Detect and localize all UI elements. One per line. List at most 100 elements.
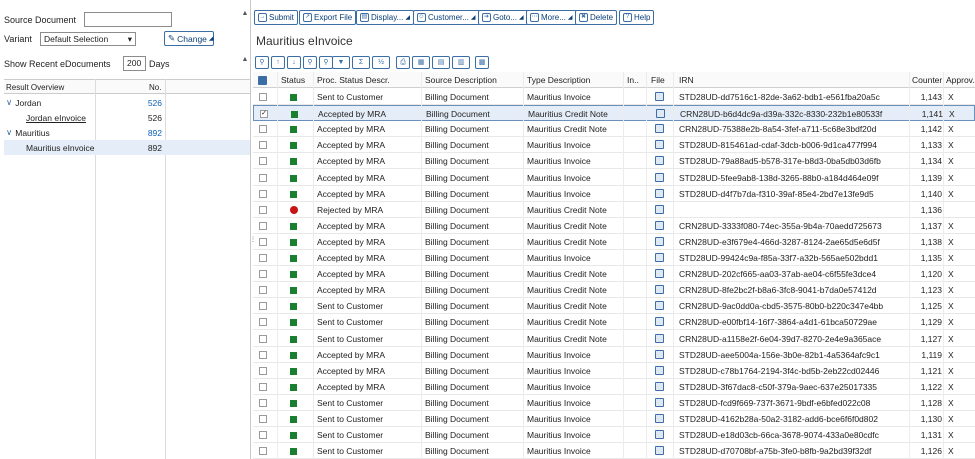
submit-button[interactable]: → Submit (254, 10, 298, 25)
table-row[interactable]: Sent to Customer Billing Document Mauritiu… (253, 395, 975, 411)
row-checkbox[interactable] (259, 173, 267, 182)
table-row[interactable]: Sent to Customer Billing Document Mauritiu… (253, 411, 975, 427)
row-checkbox[interactable] (259, 141, 267, 150)
table-row[interactable]: Accepted by MRA Billing Document Mauritius… (253, 282, 975, 299)
more-button[interactable]: ⋯ More... ◢ (526, 10, 577, 25)
col-in[interactable]: In.. (627, 75, 639, 85)
change-button[interactable]: ✎ Change ◢ (164, 31, 214, 46)
file-icon[interactable] (655, 172, 664, 182)
delete-button[interactable]: ✖ Delete (575, 10, 618, 25)
table-row[interactable]: Accepted by MRA Billing Document Mauritius… (253, 218, 975, 234)
table-row[interactable]: Sent to Customer Billing Document Mauritiu… (253, 314, 975, 331)
file-icon[interactable] (655, 92, 664, 101)
row-checkbox[interactable] (259, 334, 267, 343)
col-approv[interactable]: Approv... (946, 75, 975, 85)
row-checkbox[interactable] (259, 125, 267, 134)
table-row[interactable]: Sent to Customer Billing Document Mauritiu… (253, 443, 975, 459)
file-icon[interactable] (655, 381, 664, 391)
col-counter[interactable]: Counter (912, 75, 942, 85)
row-checkbox[interactable] (259, 366, 267, 375)
tree-row-jordan[interactable]: ∨ Jordan 526 (4, 95, 250, 110)
find-next-icon[interactable]: ⚲ (319, 56, 333, 69)
col-file[interactable]: File (651, 75, 665, 85)
layout-icon[interactable]: ▥ (452, 56, 470, 69)
table-row[interactable]: Accepted by MRA Billing Document Mauritius… (253, 250, 975, 266)
row-checkbox[interactable] (259, 93, 267, 101)
table-row[interactable]: Accepted by MRA Billing Document Mauritius… (253, 234, 975, 250)
col-irn[interactable]: IRN (679, 75, 694, 85)
col-source-description[interactable]: Source Description (425, 75, 497, 85)
row-checkbox[interactable] (259, 237, 267, 246)
table-row[interactable]: Rejected by MRA Billing Document Mauritius… (253, 202, 975, 218)
total-icon[interactable]: Σ (352, 56, 370, 69)
row-checkbox[interactable] (259, 254, 267, 262)
file-icon[interactable] (655, 269, 664, 279)
chevron-down-icon[interactable]: ∨ (6, 127, 12, 138)
row-checkbox[interactable] (259, 221, 267, 230)
file-icon[interactable] (655, 253, 664, 262)
table-row[interactable]: Accepted by MRA Billing Document Mauritius… (253, 186, 975, 202)
views-icon[interactable]: ▦ (412, 56, 430, 69)
variant-select[interactable]: Default Selection ▾ (40, 32, 136, 46)
table-row[interactable]: Accepted by MRA Billing Document Mauritius… (253, 379, 975, 395)
file-icon[interactable] (655, 397, 664, 407)
export-file-button[interactable]: ↗ Export File (299, 10, 357, 25)
file-icon[interactable] (655, 124, 664, 134)
chevron-down-icon[interactable]: ∨ (6, 97, 12, 108)
file-icon[interactable] (655, 349, 664, 359)
row-checkbox[interactable] (259, 350, 267, 359)
file-icon[interactable] (655, 317, 664, 327)
row-checkbox[interactable] (259, 189, 267, 198)
find-icon[interactable]: ⚲ (303, 56, 317, 69)
print-icon[interactable]: ⎙ (396, 56, 410, 69)
scroll-up-icon[interactable]: ▲ (241, 10, 249, 18)
file-icon[interactable] (655, 220, 664, 230)
tree-row-jordan-einvoice[interactable]: Jordan eInvoice 526 (4, 110, 250, 125)
graphic-icon[interactable]: ▩ (475, 56, 489, 69)
table-row[interactable]: Accepted by MRA Billing Document Mauritius… (253, 137, 975, 154)
scroll-up-icon[interactable]: ▲ (241, 56, 249, 64)
tree-row-mauritius-einvoice[interactable]: Mauritius eInvoice 892 (4, 140, 250, 155)
row-checkbox[interactable] (259, 447, 267, 456)
row-checkbox[interactable] (259, 302, 267, 311)
file-icon[interactable] (655, 301, 664, 311)
file-icon[interactable] (655, 285, 664, 295)
row-checkbox[interactable] (259, 398, 267, 407)
subtotal-icon[interactable]: ½ (372, 56, 390, 69)
customer-button[interactable]: ☺ Customer... ◢ (413, 10, 480, 25)
table-row[interactable]: Sent to Customer Billing Document Mauritiu… (253, 298, 975, 315)
sort-descending-icon[interactable]: ↓ (287, 56, 301, 69)
file-icon[interactable] (655, 204, 664, 214)
sort-ascending-icon[interactable]: ↑ (271, 56, 285, 69)
table-row[interactable]: Sent to Customer Billing Document Mauritiu… (253, 89, 975, 105)
row-checkbox[interactable]: ✓ (260, 110, 268, 119)
file-icon[interactable] (656, 109, 665, 119)
file-icon[interactable] (655, 156, 664, 166)
select-all-icon[interactable] (258, 76, 267, 85)
row-checkbox[interactable] (259, 431, 267, 440)
table-row[interactable]: Sent to Customer Billing Document Mauritiu… (253, 427, 975, 444)
file-icon[interactable] (655, 140, 664, 150)
table-row[interactable]: Accepted by MRA Billing Document Mauritius… (253, 170, 975, 186)
row-checkbox[interactable] (259, 270, 267, 279)
details-icon[interactable]: ⚲ (255, 56, 269, 69)
row-checkbox[interactable] (259, 382, 267, 391)
tree-row-mauritius[interactable]: ∨ Mauritius 892 (4, 125, 250, 140)
row-checkbox[interactable] (259, 318, 267, 327)
table-row[interactable]: Accepted by MRA Billing Document Mauritius… (253, 121, 975, 138)
row-checkbox[interactable] (259, 415, 267, 423)
file-icon[interactable] (655, 414, 664, 423)
table-row[interactable]: Accepted by MRA Billing Document Mauritius… (253, 266, 975, 283)
file-icon[interactable] (655, 188, 664, 198)
help-button[interactable]: ? Help (619, 10, 655, 25)
table-row[interactable]: ✓ Accepted by MRA Billing Document Mauritiu… (253, 105, 975, 122)
row-checkbox[interactable] (259, 205, 267, 214)
export-list-icon[interactable]: ▤ (432, 56, 450, 69)
source-document-input[interactable] (84, 12, 172, 27)
file-icon[interactable] (655, 446, 664, 456)
col-status[interactable]: Status (281, 75, 305, 85)
display-button[interactable]: ▤ Display... ◢ (356, 10, 414, 25)
table-row[interactable]: Accepted by MRA Billing Document Mauritius… (253, 347, 975, 363)
file-icon[interactable] (655, 430, 664, 440)
file-icon[interactable] (655, 333, 664, 343)
